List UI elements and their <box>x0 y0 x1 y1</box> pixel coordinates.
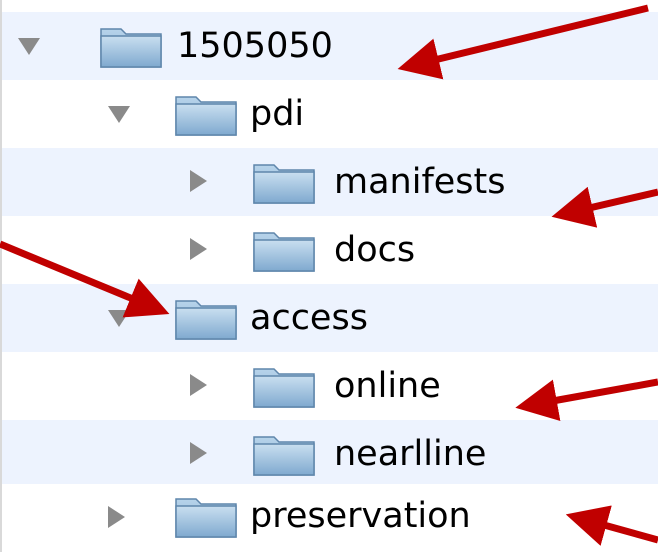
tree-row-1505050[interactable]: 1505050 <box>2 12 658 80</box>
tree-item-label: online <box>334 366 441 406</box>
folder-icon <box>253 368 315 408</box>
tree-row-preservation[interactable]: preservation <box>2 484 658 552</box>
folder-tree: 1505050 pdi manifests docs access online… <box>0 0 658 552</box>
tree-item-label: docs <box>334 230 416 270</box>
tree-row-online[interactable]: online <box>2 352 658 420</box>
disclosure-triangle-collapsed-icon[interactable] <box>190 238 207 260</box>
tree-item-label: nearlline <box>334 434 487 474</box>
disclosure-triangle-expanded-icon[interactable] <box>108 106 130 123</box>
disclosure-triangle-collapsed-icon[interactable] <box>108 506 125 528</box>
folder-icon <box>253 436 315 476</box>
tree-row-access[interactable]: access <box>2 284 658 352</box>
folder-icon <box>175 498 237 538</box>
tree-row-docs[interactable]: docs <box>2 216 658 284</box>
folder-icon <box>175 96 237 136</box>
tree-item-label: access <box>250 298 368 338</box>
disclosure-triangle-expanded-icon[interactable] <box>108 310 130 327</box>
tree-row-manifests[interactable]: manifests <box>2 148 658 216</box>
tree-item-label: preservation <box>250 496 471 536</box>
tree-row-pdi[interactable]: pdi <box>2 80 658 148</box>
folder-icon <box>175 300 237 340</box>
disclosure-triangle-collapsed-icon[interactable] <box>190 442 207 464</box>
tree-item-label: pdi <box>250 94 305 134</box>
folder-icon <box>100 28 162 68</box>
tree-item-label: manifests <box>334 162 506 202</box>
folder-icon <box>253 164 315 204</box>
tree-item-label: 1505050 <box>177 26 333 66</box>
disclosure-triangle-collapsed-icon[interactable] <box>190 170 207 192</box>
tree-row-nearlline[interactable]: nearlline <box>2 420 658 488</box>
folder-icon <box>253 232 315 272</box>
disclosure-triangle-collapsed-icon[interactable] <box>190 374 207 396</box>
disclosure-triangle-expanded-icon[interactable] <box>18 38 40 55</box>
